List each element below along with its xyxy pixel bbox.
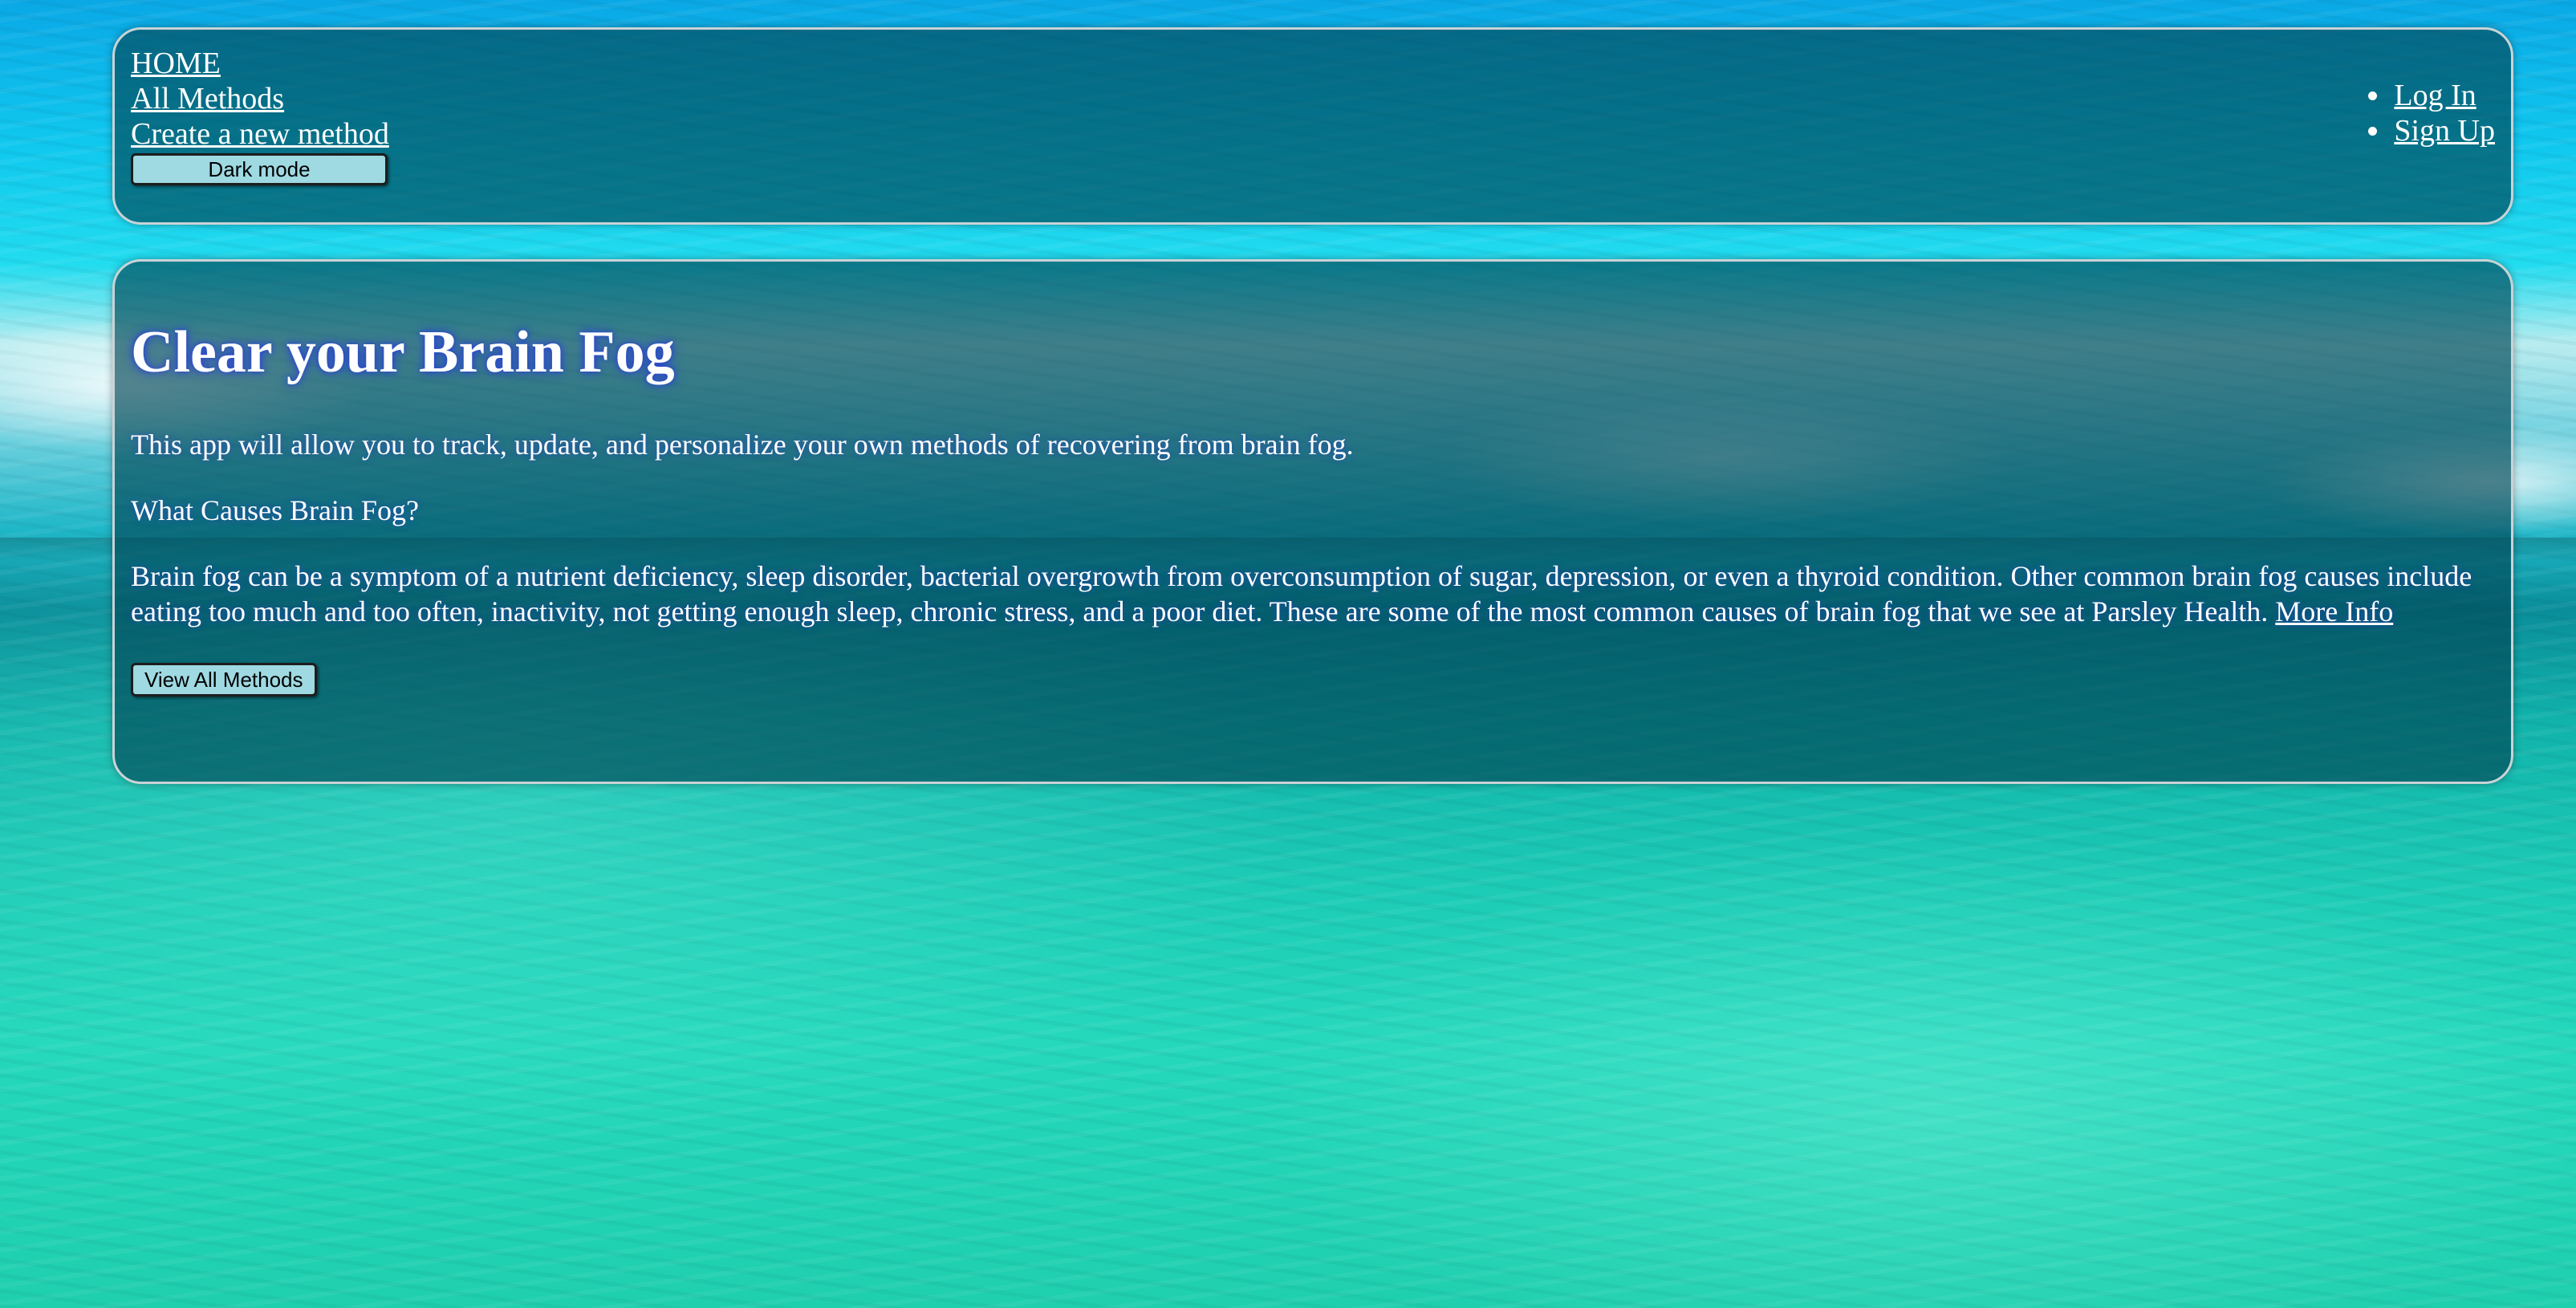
bullet-icon <box>2368 91 2378 100</box>
login-link[interactable]: Log In <box>2394 79 2476 112</box>
view-all-methods-button[interactable]: View All Methods <box>131 663 317 697</box>
nav-left-links: HOME All Methods Create a new method Dar… <box>131 46 389 185</box>
nav-auth-item-signup: Sign Up <box>2368 113 2495 148</box>
nav-link-all-methods[interactable]: All Methods <box>131 81 389 116</box>
hero-section: Clear your Brain Fog This app will allow… <box>112 259 2513 784</box>
nav-link-home[interactable]: HOME <box>131 46 389 81</box>
page-title: Clear your Brain Fog <box>131 319 675 385</box>
navbar: HOME All Methods Create a new method Dar… <box>112 27 2513 225</box>
causes-heading: What Causes Brain Fog? <box>131 494 419 526</box>
nav-link-create-method[interactable]: Create a new method <box>131 116 389 152</box>
causes-paragraph: Brain fog can be a symptom of a nutrient… <box>131 559 2479 629</box>
bullet-icon <box>2368 127 2378 136</box>
hero-content: Clear your Brain Fog This app will allow… <box>131 318 2479 697</box>
nav-auth-item-login: Log In <box>2368 78 2495 113</box>
more-info-link[interactable]: More Info <box>2275 595 2393 628</box>
dark-mode-button[interactable]: Dark mode <box>131 153 388 185</box>
intro-text: This app will allow you to track, update… <box>131 429 1354 461</box>
nav-auth-links: Log In Sign Up <box>2368 78 2495 148</box>
signup-link[interactable]: Sign Up <box>2394 114 2495 148</box>
causes-text: Brain fog can be a symptom of a nutrient… <box>131 560 2472 628</box>
